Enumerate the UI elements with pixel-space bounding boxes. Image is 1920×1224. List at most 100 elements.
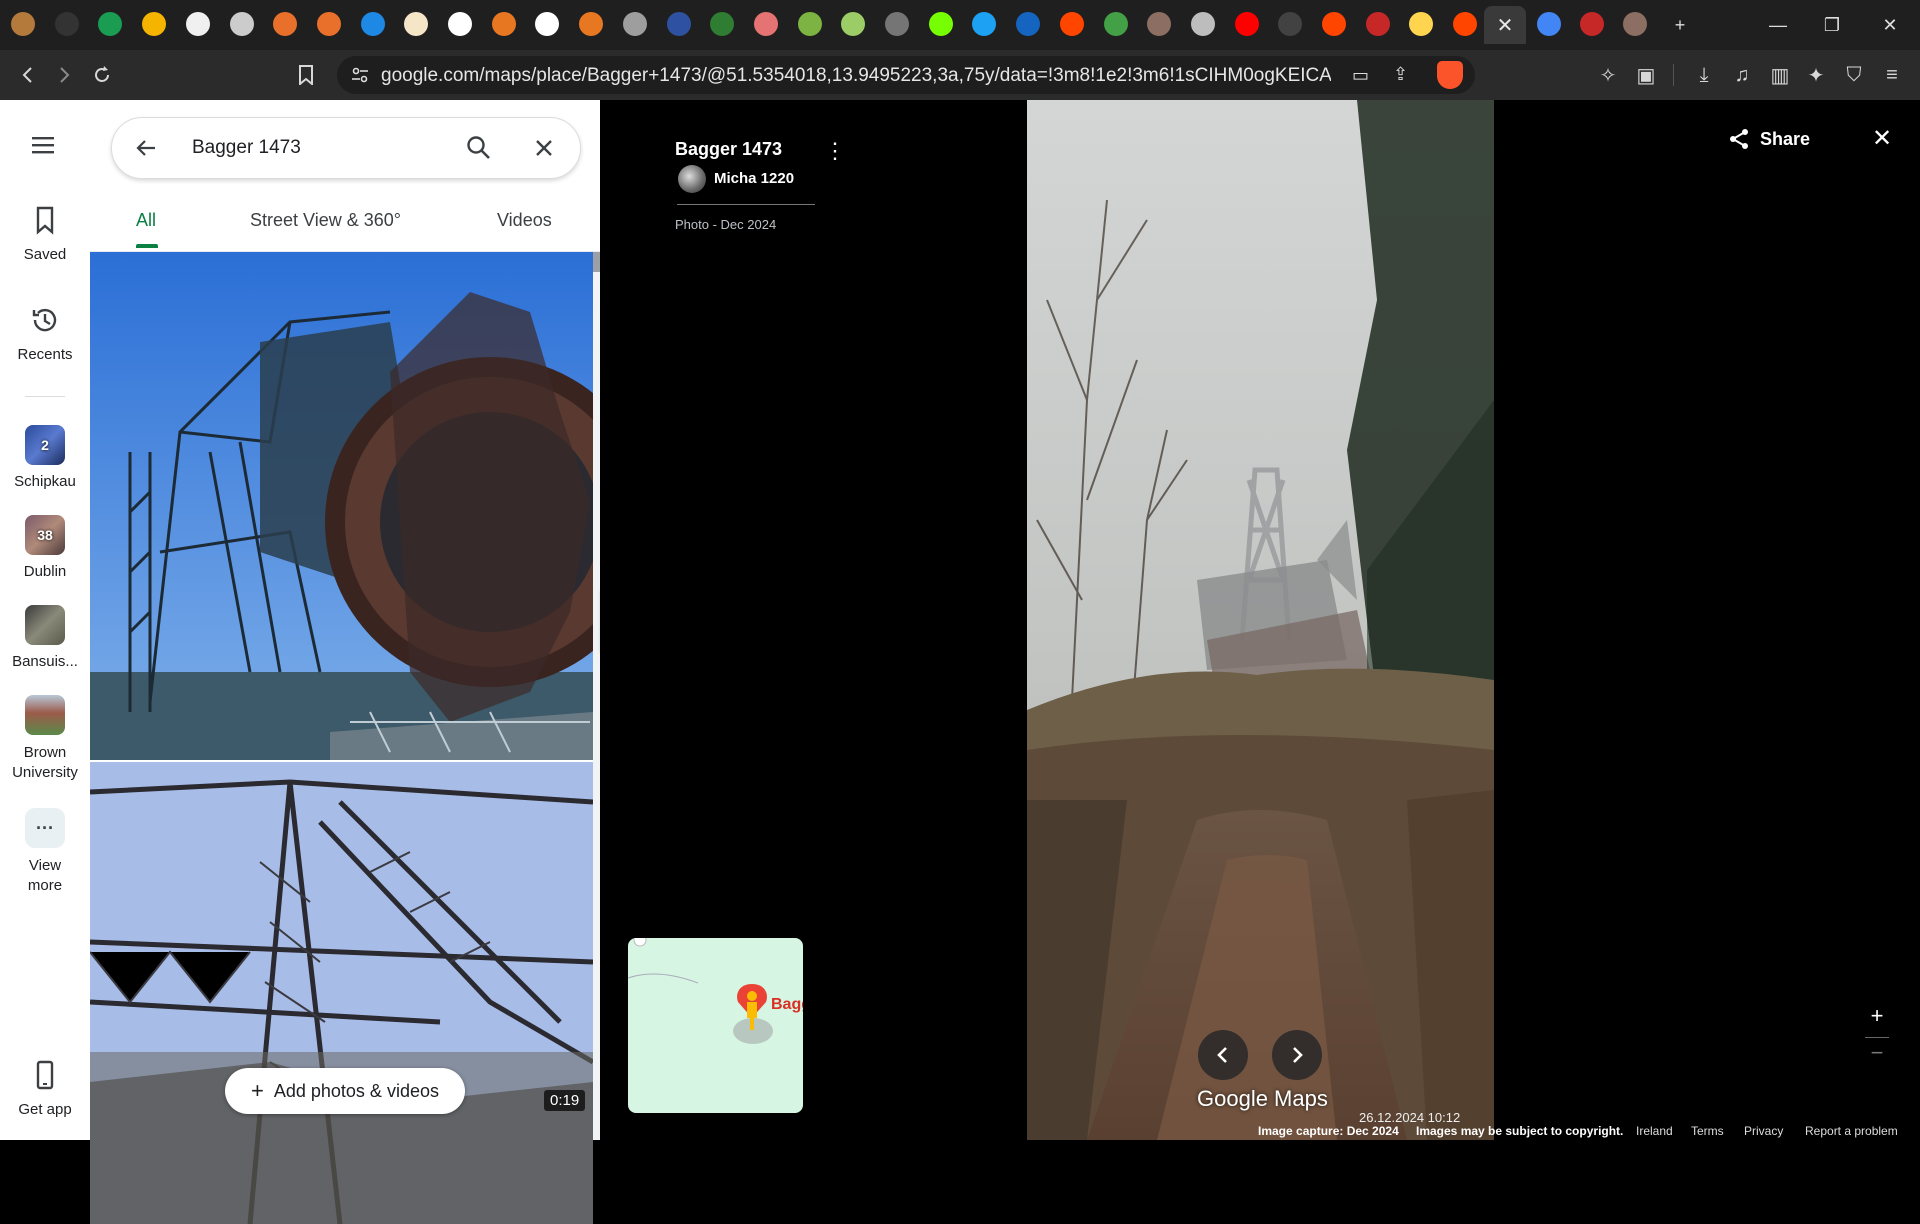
cast-icon[interactable]: ▭ — [1352, 65, 1369, 86]
active-tab[interactable]: ✕ — [1484, 6, 1526, 44]
share-page-icon[interactable]: ⇪ — [1393, 64, 1408, 85]
globe-icon[interactable] — [1190, 12, 1215, 36]
heart-icon[interactable] — [404, 12, 429, 36]
clear-search-icon[interactable] — [532, 136, 556, 165]
fox-icon[interactable] — [579, 12, 604, 36]
vpn-icon[interactable]: ⛉ — [1838, 60, 1870, 90]
google-icon[interactable] — [1537, 12, 1561, 36]
skull-icon[interactable] — [229, 12, 254, 36]
share-button[interactable]: Share — [1728, 128, 1810, 150]
recents-button[interactable]: Recents — [0, 300, 90, 363]
recent-place-schipkau[interactable]: 2 Schipkau — [0, 425, 90, 490]
shield-icon[interactable] — [1365, 12, 1390, 36]
reddit-icon[interactable] — [1059, 12, 1084, 36]
url-text[interactable]: google.com/maps/place/Bagger+1473/@51.53… — [381, 65, 1331, 87]
google-drive-icon[interactable] — [142, 12, 167, 36]
reading-mode-icon[interactable]: ▣ — [1630, 60, 1662, 90]
zoom-out-button[interactable]: − — [1862, 1040, 1892, 1070]
twitter-icon[interactable] — [972, 12, 997, 36]
gear-circle-icon[interactable] — [885, 12, 909, 36]
notion-icon[interactable] — [448, 12, 472, 36]
panel-scrollbar[interactable] — [593, 252, 600, 1140]
search-icon[interactable] — [466, 135, 492, 166]
figure-icon[interactable] — [1623, 12, 1647, 36]
reload-icon[interactable] — [86, 60, 118, 90]
mal-icon[interactable] — [666, 12, 691, 36]
site-settings-icon[interactable] — [351, 67, 369, 88]
brave-shield-icon[interactable] — [1437, 61, 1463, 89]
new-tab-button[interactable]: + — [1658, 10, 1702, 40]
zoom-in-button[interactable]: + — [1862, 1003, 1892, 1033]
hamburger-menu-icon[interactable] — [30, 135, 58, 160]
address-bar[interactable]: google.com/maps/place/Bagger+1473/@51.53… — [337, 56, 1475, 94]
next-photo-button[interactable] — [1272, 1030, 1322, 1080]
scrollbar-thumb[interactable] — [593, 252, 600, 272]
mini-map[interactable]: Bagger 1473 — [628, 938, 803, 1113]
photo-thumbnail[interactable] — [90, 252, 593, 760]
firefox-icon[interactable] — [273, 12, 298, 36]
green-square-icon[interactable] — [1103, 12, 1128, 36]
brave-lion-icon[interactable] — [11, 12, 35, 36]
menu-icon[interactable]: ≡ — [1876, 60, 1908, 90]
reddit-icon[interactable] — [1322, 12, 1346, 36]
more-options-icon[interactable]: ⋮ — [824, 138, 846, 164]
sidebar-icon[interactable]: ▥ — [1764, 60, 1796, 90]
globe-blue-icon[interactable] — [1016, 12, 1041, 36]
close-window-icon[interactable]: ✕ — [1868, 10, 1912, 40]
back-icon[interactable] — [12, 60, 44, 90]
tab-all[interactable]: All — [136, 210, 156, 231]
recent-place-brown-university[interactable]: Brown University — [0, 695, 90, 783]
green-circle-icon[interactable] — [841, 12, 866, 36]
shield-icon[interactable] — [1580, 12, 1604, 36]
tab-street-view[interactable]: Street View & 360° — [250, 210, 401, 231]
amazon-icon[interactable] — [185, 12, 210, 36]
bookmark-icon[interactable] — [290, 60, 322, 90]
get-app-button[interactable]: Get app — [0, 1055, 90, 1118]
back-arrow-icon[interactable] — [134, 136, 158, 165]
green-circle-icon[interactable] — [797, 12, 822, 36]
close-viewer-icon[interactable]: ✕ — [1872, 124, 1892, 153]
author-avatar[interactable] — [678, 165, 706, 193]
reddit-icon[interactable] — [1453, 12, 1478, 36]
pink-circle-icon[interactable] — [753, 12, 778, 36]
close-tab-icon[interactable]: ✕ — [1497, 13, 1514, 38]
terms-link[interactable]: Terms — [1691, 1124, 1724, 1138]
green-flame-icon[interactable] — [928, 12, 953, 36]
main-photo[interactable] — [1027, 100, 1494, 1140]
country-link[interactable]: Ireland — [1636, 1124, 1673, 1138]
leo-ai-icon[interactable]: ✦ — [1800, 60, 1832, 90]
circle-ring-icon[interactable] — [54, 12, 79, 36]
saved-button[interactable]: Saved — [0, 200, 90, 263]
place-thumbnail: 2 — [25, 425, 65, 465]
restore-icon[interactable]: ❐ — [1810, 10, 1854, 40]
firefox-icon[interactable] — [316, 12, 341, 36]
extensions-icon[interactable]: ✧ — [1592, 60, 1624, 90]
search-box[interactable]: Bagger 1473 — [111, 117, 581, 179]
add-photos-button[interactable]: + Add photos & videos — [225, 1068, 465, 1114]
fox-icon[interactable] — [491, 12, 516, 36]
trash-icon[interactable] — [622, 12, 647, 36]
search-input[interactable]: Bagger 1473 — [192, 137, 301, 159]
place-title[interactable]: Bagger 1473 — [675, 139, 782, 160]
recent-place-dublin[interactable]: 38 Dublin — [0, 515, 90, 580]
author-name[interactable]: Micha 1220 — [714, 170, 794, 187]
minimize-icon[interactable]: — — [1756, 10, 1800, 40]
previous-photo-button[interactable] — [1198, 1030, 1248, 1080]
report-problem-link[interactable]: Report a problem — [1805, 1124, 1898, 1138]
cloud-icon[interactable] — [1409, 12, 1434, 36]
youtube-icon[interactable] — [1234, 12, 1259, 36]
dark-app-icon[interactable] — [1278, 12, 1303, 36]
recent-place-bansuis[interactable]: Bansuis... — [0, 605, 90, 670]
privacy-link[interactable]: Privacy — [1744, 1124, 1783, 1138]
forward-icon[interactable] — [48, 60, 80, 90]
notion-icon[interactable] — [535, 12, 560, 36]
monkey-icon[interactable] — [1147, 12, 1172, 36]
media-icon[interactable]: ♫ — [1726, 60, 1758, 90]
google-drive-icon[interactable] — [98, 12, 123, 36]
dots-icon[interactable] — [710, 12, 735, 36]
view-more-button[interactable]: ··· View more — [0, 808, 90, 896]
video-thumbnail[interactable] — [90, 762, 593, 1224]
tab-videos[interactable]: Videos — [497, 210, 552, 231]
blue-circle-icon[interactable] — [360, 12, 385, 36]
download-icon[interactable]: ⤓ — [1688, 60, 1720, 90]
